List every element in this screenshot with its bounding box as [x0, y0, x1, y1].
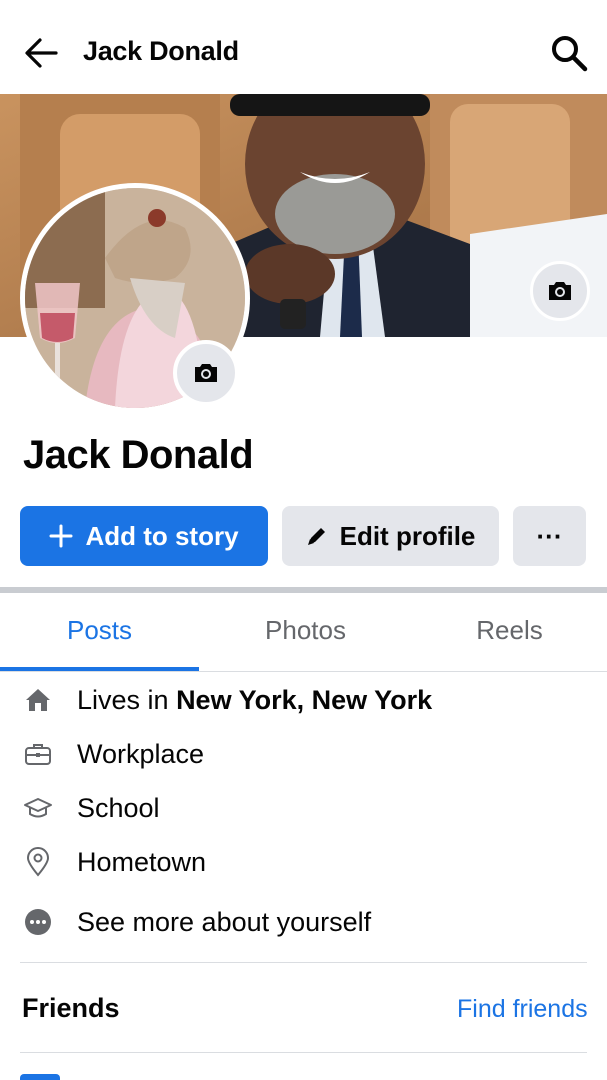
tab-reels[interactable]: Reels — [410, 615, 607, 646]
detail-workplace[interactable]: Workplace — [0, 734, 607, 774]
section-divider — [0, 587, 607, 593]
friend-card-peek — [20, 1074, 60, 1080]
see-more-text: See more about yourself — [77, 906, 372, 937]
divider — [20, 962, 587, 963]
workplace-text: Workplace — [77, 738, 205, 769]
find-friends-link[interactable]: Find friends — [457, 995, 588, 1024]
hometown-text: Hometown — [77, 846, 207, 877]
edit-profile-label: Edit profile — [339, 520, 476, 551]
camera-icon — [195, 364, 217, 382]
more-circle-icon — [23, 907, 53, 937]
lives-in-location: New York, New York — [176, 684, 433, 715]
detail-school[interactable]: School — [0, 788, 607, 828]
edit-profile-button[interactable]: Edit profile — [282, 506, 499, 566]
pencil-icon — [306, 525, 328, 547]
more-options-button[interactable]: ··· — [513, 506, 586, 566]
divider — [20, 1052, 587, 1053]
search-icon — [552, 36, 588, 72]
arrow-left-icon — [25, 38, 58, 68]
location-pin-icon — [23, 847, 53, 877]
back-button[interactable] — [22, 34, 60, 72]
header-title: Jack Donald — [83, 36, 239, 66]
cover-camera-button[interactable] — [530, 261, 590, 321]
tab-photos[interactable]: Photos — [206, 615, 405, 646]
add-to-story-button[interactable]: Add to story — [20, 506, 268, 566]
profile-name: Jack Donald — [23, 433, 254, 477]
more-dots-icon: ··· — [536, 520, 563, 551]
profile-camera-button[interactable] — [173, 340, 239, 406]
school-text: School — [77, 792, 160, 823]
add-to-story-label: Add to story — [85, 520, 239, 551]
home-icon — [23, 685, 53, 715]
camera-icon — [549, 282, 571, 300]
friends-heading: Friends — [22, 993, 120, 1023]
plus-icon — [49, 524, 73, 548]
graduation-cap-icon — [23, 793, 53, 823]
detail-lives-in[interactable]: Lives in New York, New York — [0, 680, 607, 720]
briefcase-icon — [23, 739, 53, 769]
search-button[interactable] — [549, 33, 589, 73]
tab-posts[interactable]: Posts — [0, 615, 199, 646]
top-bar: Jack Donald — [0, 0, 607, 94]
detail-hometown[interactable]: Hometown — [0, 842, 607, 882]
tabs-divider — [0, 671, 607, 672]
detail-see-more[interactable]: See more about yourself — [0, 902, 607, 942]
lives-in-text: Lives in New York, New York — [77, 684, 433, 715]
